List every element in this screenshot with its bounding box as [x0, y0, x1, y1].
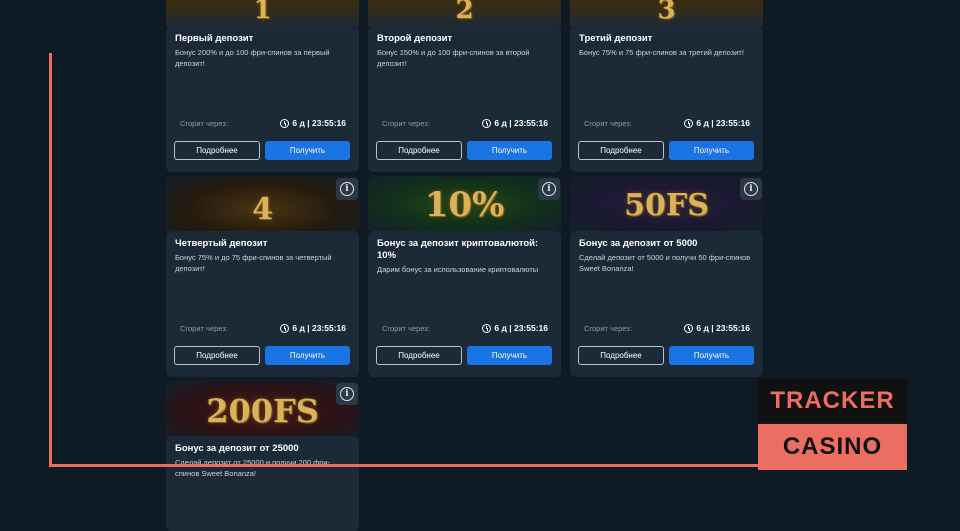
bonus-title: Второй депозит	[377, 33, 453, 44]
bonus-banner-1: 1	[166, 0, 359, 27]
watermark-frame	[49, 53, 760, 467]
bonus-art-1: 1	[253, 0, 272, 25]
bonus-banner-3: 3	[570, 0, 763, 27]
bonus-title: Третий депозит	[579, 33, 653, 44]
watermark-logo-bottom: CASINO	[758, 424, 907, 470]
bonus-art-3: 3	[657, 0, 676, 25]
bonus-title: Первый депозит	[175, 33, 254, 44]
bonus-banner-2: 2	[368, 0, 561, 27]
watermark-logo-top: TRACKER	[758, 379, 907, 423]
bonus-art-2: 2	[455, 0, 474, 25]
